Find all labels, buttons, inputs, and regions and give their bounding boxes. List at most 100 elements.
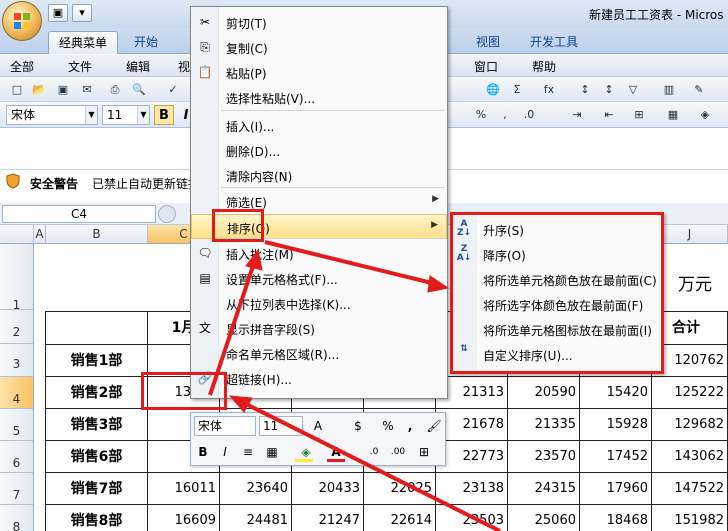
context-menu-item[interactable]: 删除(D)... xyxy=(191,138,447,163)
border-icon[interactable]: ▦ xyxy=(664,106,682,124)
context-menu-item[interactable]: 插入(I)... xyxy=(191,113,447,138)
tab-view[interactable]: 视图 xyxy=(466,31,510,54)
department-cell[interactable]: 销售1部 xyxy=(46,345,148,377)
table-cell[interactable]: 151982 xyxy=(652,505,728,531)
name-box[interactable]: C4 xyxy=(2,205,156,223)
table-cell[interactable]: 147522 xyxy=(652,473,728,505)
mini-comma-button[interactable]: , xyxy=(403,417,417,435)
row-header[interactable]: 4 xyxy=(0,377,34,409)
borders-icon[interactable]: ▦ xyxy=(263,443,281,461)
tab-home[interactable]: 开始 xyxy=(124,31,168,54)
row-header[interactable]: 8 xyxy=(0,505,34,531)
table-cell[interactable]: 22773 xyxy=(436,441,508,473)
center-align-icon[interactable]: ≡ xyxy=(239,443,257,461)
context-menu-item[interactable]: 📋 粘贴(P) xyxy=(191,60,447,85)
increase-decimal-icon[interactable]: .0 xyxy=(363,443,385,461)
context-menu-item[interactable]: 清除内容(N) xyxy=(191,163,447,188)
sort-az-icon[interactable]: ↕ xyxy=(576,81,594,99)
menu-file[interactable]: 文件 xyxy=(68,58,92,75)
outdent-icon[interactable]: ⇤ xyxy=(600,106,618,124)
row-header[interactable]: 1 xyxy=(0,244,34,312)
table-cell[interactable]: 15928 xyxy=(580,409,652,441)
open-folder-icon[interactable]: 📂 xyxy=(30,81,48,99)
chart-icon[interactable]: ▥ xyxy=(660,81,678,99)
decrease-decimal-icon[interactable]: .00 xyxy=(387,443,409,461)
table-cell[interactable]: 129682 xyxy=(652,409,728,441)
context-menu-item[interactable]: ▤ 设置单元格格式(F)... xyxy=(191,266,447,291)
save-icon[interactable]: ▣ xyxy=(54,81,72,99)
sum-icon[interactable]: Σ xyxy=(508,81,526,99)
row-header[interactable]: 5 xyxy=(0,409,34,441)
merge-center-icon[interactable]: ⊞ xyxy=(413,443,435,461)
column-header-b[interactable]: B xyxy=(46,225,148,244)
menu-edit[interactable]: 编辑 xyxy=(126,58,150,75)
print-icon[interactable]: ⎙ xyxy=(106,81,124,99)
hyperlink-toolbar-icon[interactable]: 🌐 xyxy=(484,81,502,99)
menu-help[interactable]: 帮助 xyxy=(532,58,556,75)
format-painter-icon[interactable]: 🖌 xyxy=(425,417,443,435)
percent-style-icon[interactable]: % xyxy=(472,106,490,124)
fill-color-icon[interactable]: ◈ xyxy=(696,106,714,124)
table-cell[interactable]: 20433 xyxy=(292,473,364,505)
row-header[interactable]: 7 xyxy=(0,473,34,505)
table-cell[interactable]: 21335 xyxy=(508,409,580,441)
formula-expand-icon[interactable] xyxy=(158,205,176,223)
mini-italic-button[interactable]: I xyxy=(217,443,233,461)
context-menu-item[interactable]: ✂ 剪切(T) xyxy=(191,10,447,35)
row-header[interactable]: 2 xyxy=(0,310,34,344)
bold-button[interactable]: B xyxy=(154,105,174,125)
department-cell[interactable]: 销售8部 xyxy=(46,505,148,531)
table-cell[interactable]: 18468 xyxy=(580,505,652,531)
table-cell[interactable]: 125222 xyxy=(652,377,728,409)
drawing-icon[interactable]: ✎ xyxy=(690,81,708,99)
increase-decimal-icon[interactable]: .0 xyxy=(520,106,538,124)
filter-icon[interactable]: ▽ xyxy=(624,81,642,99)
mini-bold-button[interactable]: B xyxy=(195,443,211,461)
menu-window[interactable]: 窗口 xyxy=(474,58,498,75)
font-size-combo[interactable]: 11 ▼ xyxy=(102,105,150,125)
office-button[interactable] xyxy=(2,1,42,41)
chevron-down-icon[interactable]: ▼ xyxy=(85,106,97,124)
tab-classic-menu[interactable]: 经典菜单 xyxy=(48,31,119,54)
mini-percent-button[interactable]: % xyxy=(381,417,395,435)
merge-icon[interactable]: ⊞ xyxy=(630,106,648,124)
table-cell[interactable]: 16011 xyxy=(148,473,220,505)
context-menu-item[interactable]: 选择性粘贴(V)... xyxy=(191,85,447,110)
print-preview-icon[interactable]: 🔍 xyxy=(130,81,148,99)
indent-icon[interactable]: ⇥ xyxy=(568,106,586,124)
table-cell[interactable]: 17960 xyxy=(580,473,652,505)
table-cell[interactable]: 21247 xyxy=(292,505,364,531)
table-cell[interactable]: 16609 xyxy=(148,505,220,531)
qat-dropdown-icon[interactable]: ▾ xyxy=(72,4,92,22)
select-all-corner[interactable] xyxy=(0,225,34,244)
department-cell[interactable]: 销售6部 xyxy=(46,441,148,473)
context-menu-item[interactable]: 从下拉列表中选择(K)... xyxy=(191,291,447,316)
table-cell[interactable]: 143062 xyxy=(652,441,728,473)
new-file-icon[interactable]: □ xyxy=(8,81,26,99)
menu-all[interactable]: 全部 xyxy=(10,58,34,75)
table-cell[interactable]: 22025 xyxy=(364,473,436,505)
table-cell[interactable]: 21678 xyxy=(436,409,508,441)
comma-style-icon[interactable]: , xyxy=(496,106,514,124)
row-header[interactable]: 6 xyxy=(0,441,34,473)
email-icon[interactable]: ✉ xyxy=(78,81,96,99)
table-cell[interactable]: 23503 xyxy=(436,505,508,531)
column-header-a[interactable]: A xyxy=(34,225,46,244)
mini-font-combo[interactable]: 宋体 xyxy=(194,416,256,436)
context-menu-item[interactable]: 文 显示拼音字段(S) xyxy=(191,316,447,341)
context-menu-item[interactable]: 🗨 插入批注(M) xyxy=(191,241,447,266)
grow-font-icon[interactable]: A xyxy=(309,417,327,435)
context-menu-item[interactable]: 🔗 超链接(H)... xyxy=(191,366,447,391)
font-name-combo[interactable]: 宋体 ▼ xyxy=(6,105,98,125)
table-cell[interactable]: 24315 xyxy=(508,473,580,505)
table-cell[interactable]: 25060 xyxy=(508,505,580,531)
table-cell[interactable]: 22614 xyxy=(364,505,436,531)
table-cell[interactable]: 24481 xyxy=(220,505,292,531)
table-cell[interactable]: 23640 xyxy=(220,473,292,505)
department-cell[interactable]: 销售2部 xyxy=(46,377,148,409)
table-cell[interactable]: 23138 xyxy=(436,473,508,505)
table-cell[interactable]: 17452 xyxy=(580,441,652,473)
department-cell[interactable]: 销售7部 xyxy=(46,473,148,505)
table-cell[interactable]: 23570 xyxy=(508,441,580,473)
table-cell[interactable]: 15420 xyxy=(580,377,652,409)
